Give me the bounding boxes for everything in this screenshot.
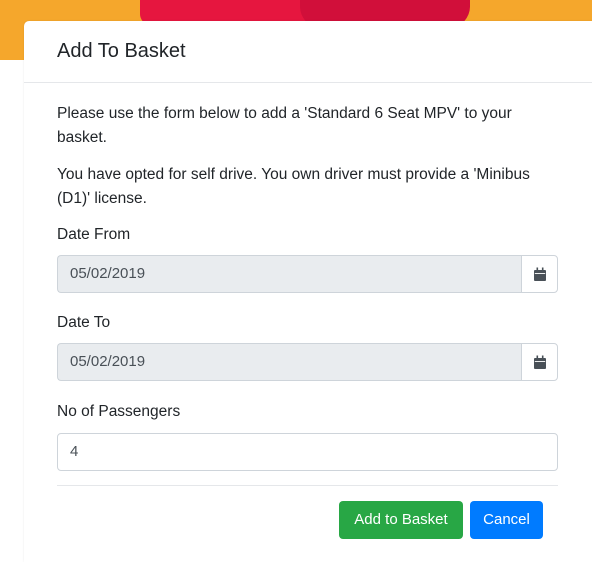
modal-footer-divider xyxy=(57,485,558,486)
modal-title: Add To Basket xyxy=(57,40,186,62)
add-to-basket-button[interactable]: Add to Basket xyxy=(339,501,463,539)
date-to-label: Date To xyxy=(57,314,111,331)
date-from-group: 05/02/2019 xyxy=(57,255,558,293)
modal-body: Please use the form below to add a 'Stan… xyxy=(24,83,592,471)
cancel-button[interactable]: Cancel xyxy=(470,501,543,539)
calendar-icon xyxy=(533,267,546,281)
intro-text: Please use the form below to add a 'Stan… xyxy=(57,105,512,146)
calendar-icon xyxy=(533,355,546,369)
modal-header: Add To Basket xyxy=(24,21,592,83)
add-to-basket-modal: Add To Basket Please use the form below … xyxy=(24,21,592,562)
date-from-input[interactable]: 05/02/2019 xyxy=(57,255,521,293)
date-to-calendar-button[interactable] xyxy=(521,343,558,381)
passengers-label: No of Passengers xyxy=(57,403,181,420)
date-from-label: Date From xyxy=(57,226,131,243)
date-to-group: 05/02/2019 xyxy=(57,343,558,381)
passengers-input[interactable]: 4 xyxy=(57,433,558,471)
self-drive-notice: You have opted for self drive. You own d… xyxy=(57,166,530,207)
date-from-calendar-button[interactable] xyxy=(521,255,558,293)
date-to-input[interactable]: 05/02/2019 xyxy=(57,343,521,381)
